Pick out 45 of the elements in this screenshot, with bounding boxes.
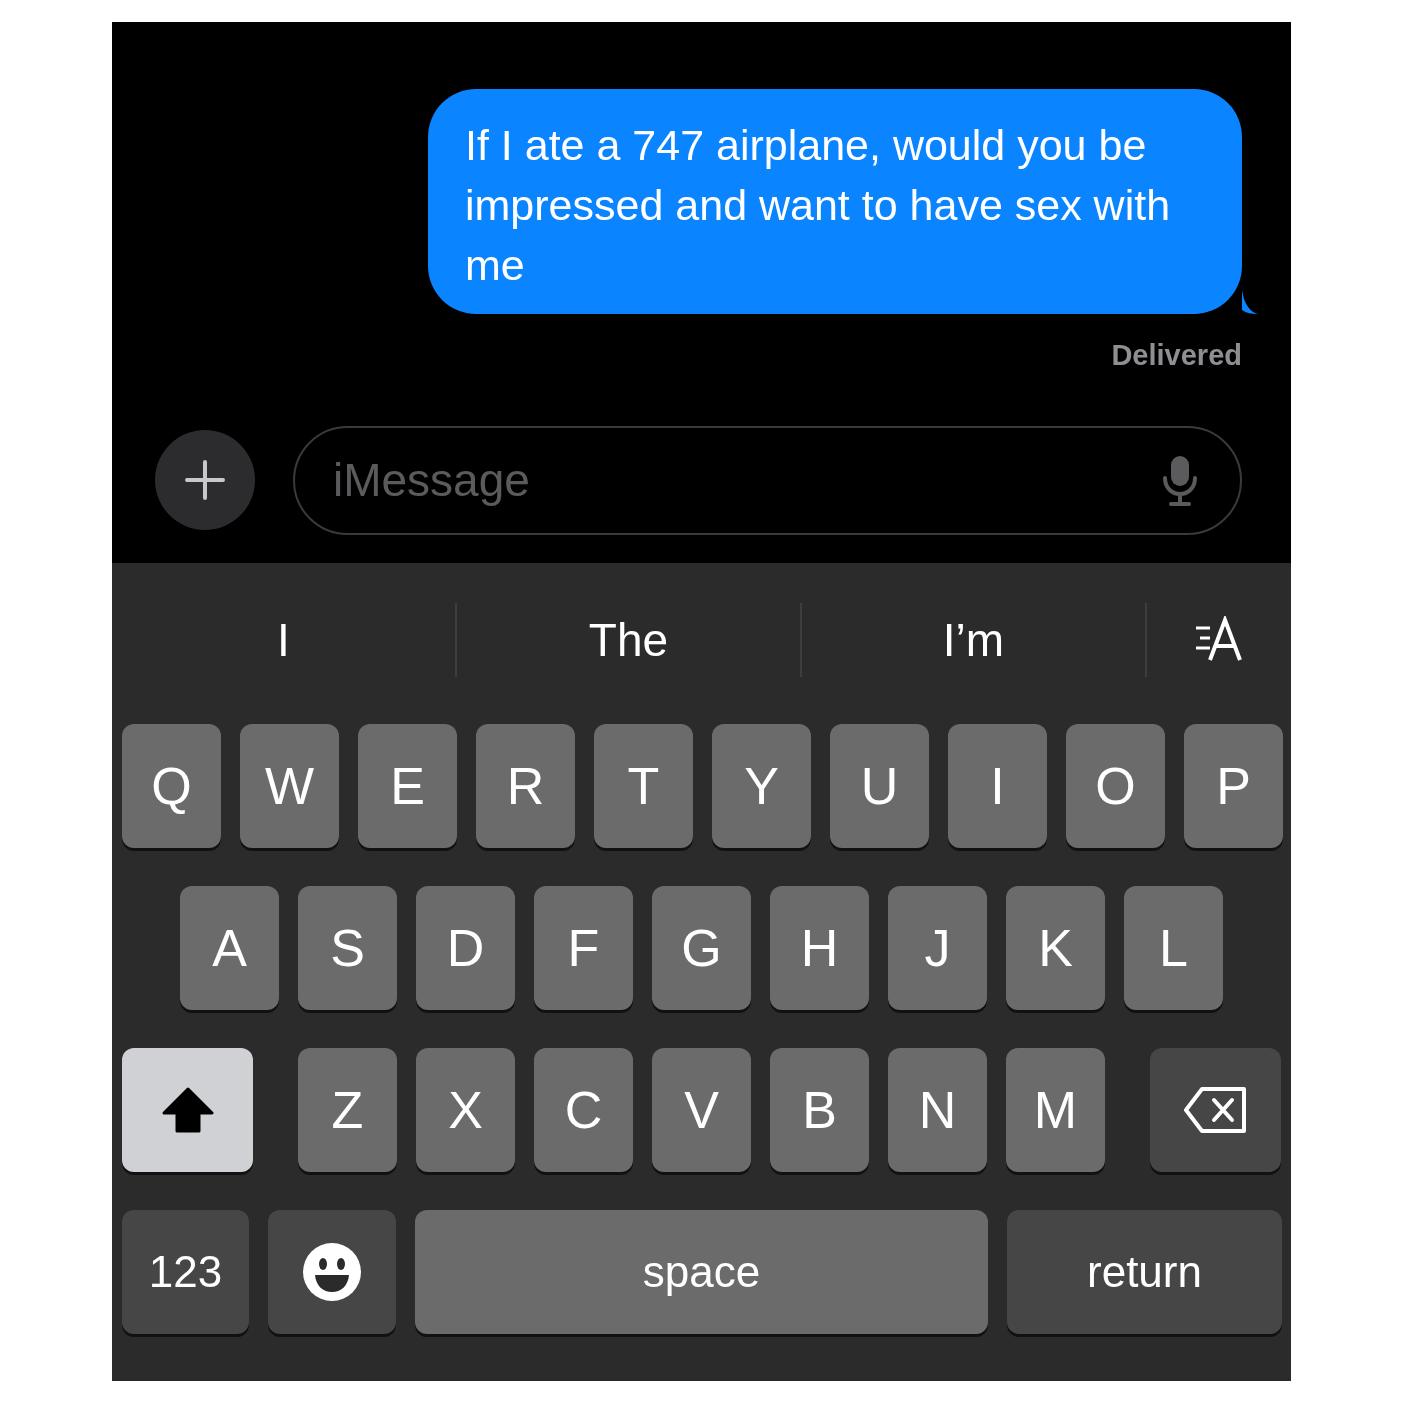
emoji-key[interactable]	[268, 1210, 396, 1334]
letter-key[interactable]: N	[888, 1048, 987, 1172]
letter-key[interactable]: L	[1124, 886, 1223, 1010]
letter-key[interactable]: S	[298, 886, 397, 1010]
letter-key[interactable]: R	[476, 724, 575, 848]
plus-icon	[185, 460, 225, 500]
letter-key[interactable]: P	[1184, 724, 1283, 848]
letter-key[interactable]: W	[240, 724, 339, 848]
numbers-key[interactable]: 123	[122, 1210, 249, 1334]
letter-key[interactable]: A	[180, 886, 279, 1010]
return-key[interactable]: return	[1007, 1210, 1282, 1334]
letter-key[interactable]: E	[358, 724, 457, 848]
letter-key[interactable]: K	[1006, 886, 1105, 1010]
letter-key[interactable]: X	[416, 1048, 515, 1172]
microphone-icon[interactable]	[1162, 453, 1198, 506]
space-key[interactable]: space	[415, 1210, 988, 1334]
shift-key[interactable]	[122, 1048, 253, 1172]
letter-key[interactable]: H	[770, 886, 869, 1010]
letter-key[interactable]: I	[948, 724, 1047, 848]
letter-key[interactable]: B	[770, 1048, 869, 1172]
backspace-icon	[1183, 1086, 1248, 1134]
message-bubble: If I ate a 747 airplane, would you be impressed and want to have sex with me	[428, 89, 1242, 314]
letter-key[interactable]: J	[888, 886, 987, 1010]
letter-key[interactable]: Q	[122, 724, 221, 848]
message-field[interactable]: iMessage	[293, 425, 1242, 535]
letter-key[interactable]: M	[1006, 1048, 1105, 1172]
bubble-tail-icon	[1242, 290, 1258, 314]
shift-arrow-icon	[161, 1087, 214, 1133]
letter-key[interactable]: V	[652, 1048, 751, 1172]
emoji-icon	[302, 1242, 362, 1302]
letter-key[interactable]: F	[534, 886, 633, 1010]
text-format-icon[interactable]	[1194, 616, 1244, 664]
word-suggestion[interactable]: I’m	[942, 605, 1005, 675]
letter-key[interactable]: Z	[298, 1048, 397, 1172]
letter-key[interactable]: G	[652, 886, 751, 1010]
letter-key[interactable]: D	[416, 886, 515, 1010]
delivery-status: Delivered	[1111, 338, 1242, 373]
letter-key[interactable]: O	[1066, 724, 1165, 848]
delete-key[interactable]	[1150, 1048, 1281, 1172]
word-suggestion[interactable]: The	[588, 605, 669, 675]
letter-key[interactable]: Y	[712, 724, 811, 848]
word-suggestion[interactable]: I	[277, 605, 290, 675]
letter-key[interactable]: U	[830, 724, 929, 848]
letter-key[interactable]: T	[594, 724, 693, 848]
letter-key[interactable]: C	[534, 1048, 633, 1172]
